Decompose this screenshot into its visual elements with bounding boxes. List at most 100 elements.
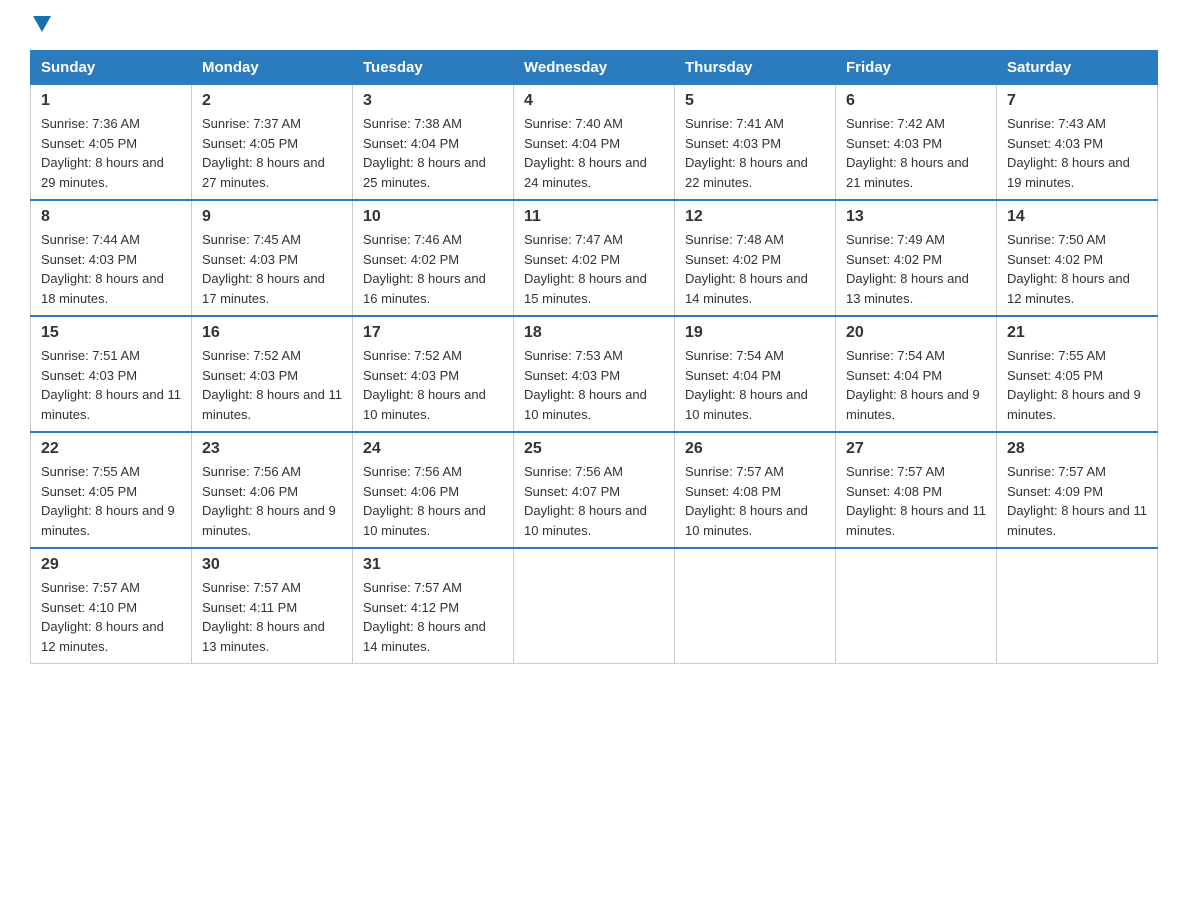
day-header-saturday: Saturday: [997, 51, 1158, 85]
day-info: Sunrise: 7:46 AMSunset: 4:02 PMDaylight:…: [363, 232, 486, 306]
day-number: 24: [363, 440, 503, 458]
calendar-cell: 26 Sunrise: 7:57 AMSunset: 4:08 PMDaylig…: [675, 432, 836, 548]
calendar-cell: 30 Sunrise: 7:57 AMSunset: 4:11 PMDaylig…: [192, 548, 353, 664]
day-number: 15: [41, 324, 181, 342]
day-header-sunday: Sunday: [31, 51, 192, 85]
day-info: Sunrise: 7:38 AMSunset: 4:04 PMDaylight:…: [363, 116, 486, 190]
day-number: 30: [202, 556, 342, 574]
day-info: Sunrise: 7:57 AMSunset: 4:08 PMDaylight:…: [846, 464, 986, 538]
calendar-cell: 20 Sunrise: 7:54 AMSunset: 4:04 PMDaylig…: [836, 316, 997, 432]
calendar-cell: [675, 548, 836, 664]
day-info: Sunrise: 7:55 AMSunset: 4:05 PMDaylight:…: [41, 464, 175, 538]
day-number: 4: [524, 92, 664, 110]
calendar-cell: 7 Sunrise: 7:43 AMSunset: 4:03 PMDayligh…: [997, 85, 1158, 201]
logo: [30, 20, 51, 32]
day-number: 16: [202, 324, 342, 342]
day-number: 3: [363, 92, 503, 110]
day-info: Sunrise: 7:50 AMSunset: 4:02 PMDaylight:…: [1007, 232, 1130, 306]
calendar-cell: 9 Sunrise: 7:45 AMSunset: 4:03 PMDayligh…: [192, 200, 353, 316]
day-number: 18: [524, 324, 664, 342]
day-info: Sunrise: 7:56 AMSunset: 4:06 PMDaylight:…: [363, 464, 486, 538]
calendar-cell: 5 Sunrise: 7:41 AMSunset: 4:03 PMDayligh…: [675, 85, 836, 201]
day-number: 7: [1007, 92, 1147, 110]
day-info: Sunrise: 7:57 AMSunset: 4:11 PMDaylight:…: [202, 580, 325, 654]
day-info: Sunrise: 7:56 AMSunset: 4:06 PMDaylight:…: [202, 464, 336, 538]
calendar-cell: 27 Sunrise: 7:57 AMSunset: 4:08 PMDaylig…: [836, 432, 997, 548]
day-info: Sunrise: 7:56 AMSunset: 4:07 PMDaylight:…: [524, 464, 647, 538]
calendar-cell: 16 Sunrise: 7:52 AMSunset: 4:03 PMDaylig…: [192, 316, 353, 432]
day-info: Sunrise: 7:49 AMSunset: 4:02 PMDaylight:…: [846, 232, 969, 306]
calendar-cell: 11 Sunrise: 7:47 AMSunset: 4:02 PMDaylig…: [514, 200, 675, 316]
day-info: Sunrise: 7:42 AMSunset: 4:03 PMDaylight:…: [846, 116, 969, 190]
day-info: Sunrise: 7:57 AMSunset: 4:10 PMDaylight:…: [41, 580, 164, 654]
day-number: 27: [846, 440, 986, 458]
day-info: Sunrise: 7:44 AMSunset: 4:03 PMDaylight:…: [41, 232, 164, 306]
day-number: 22: [41, 440, 181, 458]
day-info: Sunrise: 7:57 AMSunset: 4:12 PMDaylight:…: [363, 580, 486, 654]
page-header: [30, 20, 1158, 32]
day-number: 13: [846, 208, 986, 226]
calendar-week-row: 15 Sunrise: 7:51 AMSunset: 4:03 PMDaylig…: [31, 316, 1158, 432]
calendar-header-row: SundayMondayTuesdayWednesdayThursdayFrid…: [31, 51, 1158, 85]
calendar-cell: 8 Sunrise: 7:44 AMSunset: 4:03 PMDayligh…: [31, 200, 192, 316]
day-number: 11: [524, 208, 664, 226]
day-info: Sunrise: 7:51 AMSunset: 4:03 PMDaylight:…: [41, 348, 181, 422]
calendar-cell: 18 Sunrise: 7:53 AMSunset: 4:03 PMDaylig…: [514, 316, 675, 432]
day-number: 25: [524, 440, 664, 458]
day-number: 21: [1007, 324, 1147, 342]
day-header-tuesday: Tuesday: [353, 51, 514, 85]
day-info: Sunrise: 7:45 AMSunset: 4:03 PMDaylight:…: [202, 232, 325, 306]
day-number: 10: [363, 208, 503, 226]
day-header-wednesday: Wednesday: [514, 51, 675, 85]
calendar-cell: [997, 548, 1158, 664]
day-info: Sunrise: 7:57 AMSunset: 4:08 PMDaylight:…: [685, 464, 808, 538]
calendar-week-row: 1 Sunrise: 7:36 AMSunset: 4:05 PMDayligh…: [31, 85, 1158, 201]
calendar-cell: 14 Sunrise: 7:50 AMSunset: 4:02 PMDaylig…: [997, 200, 1158, 316]
day-number: 31: [363, 556, 503, 574]
logo-triangle-icon: [33, 16, 51, 32]
calendar-cell: 25 Sunrise: 7:56 AMSunset: 4:07 PMDaylig…: [514, 432, 675, 548]
calendar-cell: 17 Sunrise: 7:52 AMSunset: 4:03 PMDaylig…: [353, 316, 514, 432]
day-number: 26: [685, 440, 825, 458]
day-number: 28: [1007, 440, 1147, 458]
calendar-cell: 13 Sunrise: 7:49 AMSunset: 4:02 PMDaylig…: [836, 200, 997, 316]
day-info: Sunrise: 7:48 AMSunset: 4:02 PMDaylight:…: [685, 232, 808, 306]
calendar-cell: [514, 548, 675, 664]
day-info: Sunrise: 7:37 AMSunset: 4:05 PMDaylight:…: [202, 116, 325, 190]
day-info: Sunrise: 7:36 AMSunset: 4:05 PMDaylight:…: [41, 116, 164, 190]
day-info: Sunrise: 7:41 AMSunset: 4:03 PMDaylight:…: [685, 116, 808, 190]
calendar-table: SundayMondayTuesdayWednesdayThursdayFrid…: [30, 50, 1158, 664]
calendar-cell: 12 Sunrise: 7:48 AMSunset: 4:02 PMDaylig…: [675, 200, 836, 316]
day-number: 6: [846, 92, 986, 110]
day-number: 20: [846, 324, 986, 342]
calendar-cell: 28 Sunrise: 7:57 AMSunset: 4:09 PMDaylig…: [997, 432, 1158, 548]
day-number: 9: [202, 208, 342, 226]
calendar-cell: 10 Sunrise: 7:46 AMSunset: 4:02 PMDaylig…: [353, 200, 514, 316]
day-info: Sunrise: 7:53 AMSunset: 4:03 PMDaylight:…: [524, 348, 647, 422]
day-header-friday: Friday: [836, 51, 997, 85]
calendar-cell: 3 Sunrise: 7:38 AMSunset: 4:04 PMDayligh…: [353, 85, 514, 201]
calendar-cell: 29 Sunrise: 7:57 AMSunset: 4:10 PMDaylig…: [31, 548, 192, 664]
calendar-cell: 4 Sunrise: 7:40 AMSunset: 4:04 PMDayligh…: [514, 85, 675, 201]
day-number: 8: [41, 208, 181, 226]
calendar-cell: 15 Sunrise: 7:51 AMSunset: 4:03 PMDaylig…: [31, 316, 192, 432]
day-info: Sunrise: 7:40 AMSunset: 4:04 PMDaylight:…: [524, 116, 647, 190]
day-number: 2: [202, 92, 342, 110]
day-info: Sunrise: 7:52 AMSunset: 4:03 PMDaylight:…: [363, 348, 486, 422]
calendar-cell: 2 Sunrise: 7:37 AMSunset: 4:05 PMDayligh…: [192, 85, 353, 201]
calendar-cell: 19 Sunrise: 7:54 AMSunset: 4:04 PMDaylig…: [675, 316, 836, 432]
day-number: 23: [202, 440, 342, 458]
calendar-cell: [836, 548, 997, 664]
day-number: 19: [685, 324, 825, 342]
calendar-week-row: 8 Sunrise: 7:44 AMSunset: 4:03 PMDayligh…: [31, 200, 1158, 316]
day-info: Sunrise: 7:54 AMSunset: 4:04 PMDaylight:…: [846, 348, 980, 422]
day-info: Sunrise: 7:43 AMSunset: 4:03 PMDaylight:…: [1007, 116, 1130, 190]
calendar-cell: 6 Sunrise: 7:42 AMSunset: 4:03 PMDayligh…: [836, 85, 997, 201]
calendar-week-row: 22 Sunrise: 7:55 AMSunset: 4:05 PMDaylig…: [31, 432, 1158, 548]
calendar-cell: 21 Sunrise: 7:55 AMSunset: 4:05 PMDaylig…: [997, 316, 1158, 432]
day-number: 5: [685, 92, 825, 110]
calendar-week-row: 29 Sunrise: 7:57 AMSunset: 4:10 PMDaylig…: [31, 548, 1158, 664]
calendar-cell: 1 Sunrise: 7:36 AMSunset: 4:05 PMDayligh…: [31, 85, 192, 201]
day-info: Sunrise: 7:57 AMSunset: 4:09 PMDaylight:…: [1007, 464, 1147, 538]
day-number: 14: [1007, 208, 1147, 226]
